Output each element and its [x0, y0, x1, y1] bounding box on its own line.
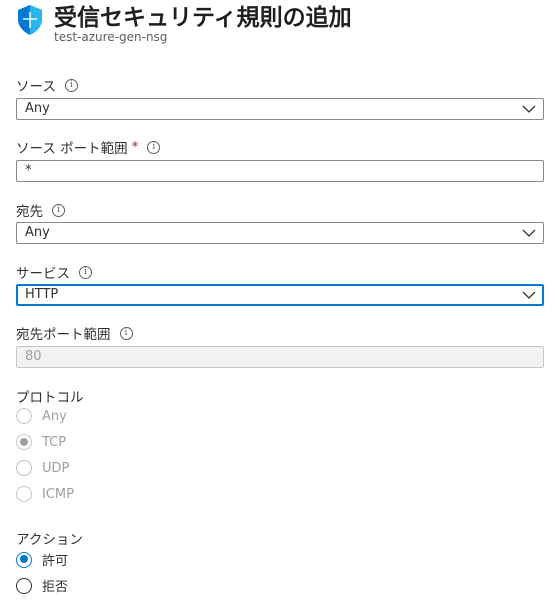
source-value: Any: [25, 101, 50, 116]
page-subtitle: test-azure-gen-nsg: [54, 30, 168, 44]
service-dropdown[interactable]: HTTP: [16, 284, 544, 306]
protocol-option-label: Any: [42, 408, 67, 424]
info-icon[interactable]: i: [79, 265, 92, 279]
dest-port-value: 80: [25, 349, 42, 364]
service-label-text: サービス: [16, 266, 70, 282]
protocol-option-label: TCP: [42, 434, 67, 450]
chevron-down-icon: [522, 229, 536, 237]
radio-circle: [16, 460, 32, 476]
protocol-option-label: ICMP: [42, 486, 74, 502]
destination-value: Any: [25, 225, 50, 240]
destination-dropdown[interactable]: Any: [16, 222, 544, 244]
source-port-value: *: [25, 163, 32, 178]
source-label-text: ソース: [16, 79, 56, 95]
radio-circle[interactable]: [16, 577, 32, 594]
service-value: HTTP: [25, 287, 59, 302]
chevron-down-icon: [522, 105, 536, 113]
protocol-option-label: UDP: [42, 460, 70, 476]
page-title: 受信セキュリティ規則の追加: [54, 5, 352, 31]
info-icon[interactable]: i: [64, 78, 78, 92]
source-dropdown[interactable]: Any: [16, 98, 544, 120]
required-marker: *: [131, 139, 139, 155]
info-icon[interactable]: i: [119, 326, 133, 340]
radio-circle: [16, 434, 32, 450]
action-label-text: アクション: [16, 532, 83, 548]
dest-port-label: 宛先ポート範囲 i: [16, 323, 133, 343]
destination-label-text: 宛先: [16, 204, 43, 220]
shield-icon: [18, 5, 42, 35]
protocol-option-udp: UDP: [16, 460, 69, 476]
destination-label: 宛先 i: [16, 200, 65, 220]
dest-port-label-text: 宛先ポート範囲: [16, 327, 111, 343]
action-option-label: 許可: [42, 554, 69, 569]
action-label: アクション: [16, 528, 83, 548]
protocol-option-icmp: ICMP: [16, 486, 74, 502]
radio-circle[interactable]: [16, 551, 32, 568]
action-option-allow[interactable]: 許可: [16, 550, 68, 569]
protocol-option-any: Any: [16, 408, 67, 424]
service-label: サービス i: [16, 262, 92, 282]
protocol-label: プロトコル: [16, 386, 84, 406]
source-port-label-text: ソース ポート範囲: [16, 141, 128, 157]
info-icon[interactable]: i: [147, 140, 161, 154]
dest-port-input: 80: [16, 346, 544, 368]
protocol-option-tcp: TCP: [16, 434, 66, 450]
action-option-deny[interactable]: 拒否: [16, 576, 68, 595]
info-icon[interactable]: i: [52, 203, 65, 217]
action-option-label: 拒否: [42, 580, 69, 595]
chevron-down-icon: [522, 291, 536, 299]
radio-circle: [16, 408, 32, 424]
source-port-label: ソース ポート範囲 * i: [16, 137, 161, 157]
source-port-input[interactable]: *: [16, 160, 544, 182]
radio-circle: [16, 486, 32, 502]
protocol-label-text: プロトコル: [16, 390, 84, 406]
source-label: ソース i: [16, 75, 78, 95]
